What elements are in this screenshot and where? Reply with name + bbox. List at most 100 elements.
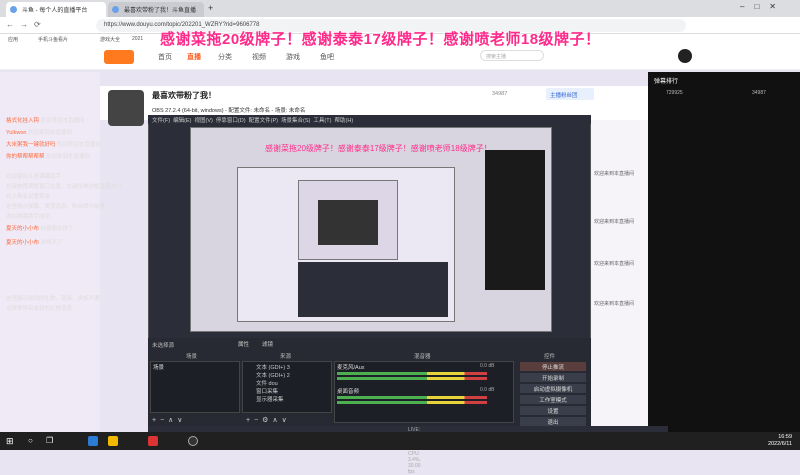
folder-icon[interactable] — [108, 436, 118, 446]
menu-profile[interactable]: 配置文件(P) — [249, 118, 278, 124]
left-sidebar — [0, 72, 100, 432]
settings-button[interactable]: 设置 — [520, 406, 586, 415]
chat-line: 你的帮帮帮帮帮 欢迎来到本直播间 — [6, 154, 91, 160]
start-recording-button[interactable]: 开始录制 — [520, 373, 586, 382]
windows-taskbar — [0, 432, 800, 450]
chat-line: 夏天的小小布 标题都这样了 — [6, 226, 74, 232]
windows-start-icon[interactable]: ⊞ — [6, 436, 16, 446]
menu-tools[interactable]: 工具(T) — [313, 118, 331, 124]
virtual-camera-button[interactable]: 启动虚拟摄像机 — [520, 384, 586, 393]
studio-mode-button[interactable]: 工作室模式 — [520, 395, 586, 404]
chat-line: Yulkwon 欢迎来到本直播间 — [6, 130, 73, 136]
stop-stream-button[interactable]: 停止推流 — [520, 362, 586, 371]
danmaku-chat-panel: 弹幕排行 729925 34987 — [648, 72, 800, 432]
window-controls[interactable]: –□✕ — [740, 2, 786, 11]
app-icon[interactable] — [148, 436, 158, 446]
menu-file[interactable]: 文件(F) — [152, 118, 170, 124]
list-item: 欢迎来到本直播间 — [594, 261, 635, 267]
dock-controls-header: 控件 — [544, 354, 556, 360]
nav-live[interactable]: 直播 — [187, 52, 201, 62]
douyu-logo[interactable] — [104, 50, 134, 64]
menu-edit[interactable]: 编辑(E) — [173, 118, 191, 124]
dock-scenes-header: 场景 — [186, 354, 198, 360]
mixer-desktop-label: 桌面音频 — [337, 389, 360, 395]
nav-fishbar[interactable]: 鱼吧 — [320, 52, 334, 62]
source-item[interactable]: 文本 (GDI+) 3 — [256, 363, 290, 371]
bookmark-apps[interactable]: 应用 — [8, 36, 18, 43]
streamer-avatar[interactable] — [108, 90, 144, 126]
stat-viewers: 729925 — [666, 90, 683, 96]
chat-line: 大米粥我一键就好吗 欢迎来到本直播间 — [6, 142, 102, 148]
stat-fans: 34987 — [752, 90, 766, 96]
list-item: 欢迎来到本直播间 — [594, 171, 635, 177]
nav-arrows-icon[interactable]: ←→⟳ — [6, 20, 47, 29]
obs-taskbar-icon[interactable] — [188, 436, 198, 446]
mixer-mic-meter — [337, 377, 487, 380]
chat-line: 点赞等所有收到的礼物消息 — [6, 306, 73, 312]
obs-menu-bar: 文件(F) 编辑(E) 视图(V) 停靠窗口(D) 配置文件(P) 场景集合(S… — [148, 115, 591, 124]
dock-mixer-header: 混音器 — [414, 354, 431, 360]
list-item: 欢迎来到本直播间 — [594, 219, 635, 225]
mixer-desktop-meter — [337, 396, 487, 399]
browser-tab-douyu[interactable]: 斗鱼 - 每个人的直播平台 — [6, 2, 106, 17]
source-item[interactable]: 文件 dou — [256, 379, 278, 387]
chat-line: 这里展示收到的礼物、道具、贵族开通 — [6, 296, 100, 302]
preview-banner: 感谢菜拖20级牌子！感谢泰泰17级牌子！感谢喷老师18级牌子！ — [265, 144, 492, 153]
menu-view[interactable]: 视图(V) — [195, 118, 213, 124]
room-title: 最喜欢带粉了我！ — [152, 91, 216, 100]
edge-icon[interactable] — [88, 436, 98, 446]
user-avatar[interactable] — [678, 49, 692, 63]
dock-sources-header: 来源 — [280, 354, 292, 360]
exit-button[interactable]: 退出 — [520, 417, 586, 426]
no-source-label: 未选择源 — [152, 343, 175, 349]
bookmark-mobile[interactable]: 手机斗鱼看片 — [38, 36, 68, 43]
bookmark-2021[interactable]: 2021 — [132, 36, 143, 42]
nav-home[interactable]: 首页 — [158, 52, 172, 62]
chat-line: 右上角有设置菜单 — [6, 194, 51, 200]
douyu-favicon-icon — [10, 6, 17, 13]
chat-line: 欢迎使用斗鱼弹幕助手 — [6, 174, 62, 180]
list-item: 欢迎来到本直播间 — [594, 301, 635, 307]
nested-chat — [485, 150, 545, 290]
properties-tab[interactable]: 属性 — [238, 340, 249, 348]
follow-count: 34987 — [492, 91, 508, 97]
douyu-favicon-icon — [112, 6, 119, 13]
nav-video[interactable]: 视频 — [252, 52, 266, 62]
mixer-mic-level: 0.0 dB — [480, 363, 495, 369]
source-add-remove-icon[interactable]: +−⚙∧∨ — [246, 416, 291, 424]
mixer-desktop-level: 0.0 dB — [480, 387, 495, 393]
nav-category[interactable]: 分类 — [218, 52, 232, 62]
filters-tab[interactable]: 滤镜 — [262, 340, 273, 348]
chat-line: 添加弹幕助手成功 — [6, 214, 51, 220]
mixer-desktop-meter — [337, 401, 487, 404]
source-item[interactable]: 显示器采集 — [256, 395, 284, 403]
bookmark-games[interactable]: 游戏大全 — [100, 36, 120, 43]
thanks-banner: 感谢菜拖20级牌子！感谢泰泰17级牌子！感谢喷老师18级牌子！ — [160, 31, 601, 48]
search-input[interactable]: 搜索主播 — [480, 50, 544, 61]
source-item[interactable]: 文本 (GDI+) 2 — [256, 371, 290, 379]
fan-club-button[interactable]: 主播粉丝团 — [546, 88, 594, 100]
right-column — [591, 120, 648, 432]
chat-line: 格式化挂入钩 欢迎来到本直播间 — [6, 118, 85, 124]
nav-games[interactable]: 游戏 — [286, 52, 300, 62]
scene-add-remove-icon[interactable]: +−∧∨ — [152, 416, 186, 424]
search-icon[interactable]: ○ — [28, 436, 38, 446]
menu-scene-collection[interactable]: 场景集合(S) — [281, 118, 310, 124]
mixer-mic-meter — [337, 372, 487, 375]
task-view-icon[interactable]: ❐ — [46, 436, 56, 446]
browser-tab-room[interactable]: 最喜欢带粉了我！斗鱼直播 — [108, 2, 204, 17]
new-tab-icon[interactable]: + — [208, 3, 213, 13]
chat-line: 左键拖拽调整窗口位置，左键拉伸边框改变大小 — [6, 184, 122, 190]
chat-header: 弹幕排行 — [654, 79, 679, 85]
menu-docks[interactable]: 停靠窗口(D) — [216, 118, 246, 124]
menu-help[interactable]: 帮助(H) — [335, 118, 354, 124]
taskbar-clock: 16:59 2022/6/11 — [768, 434, 792, 448]
clock-time: 16:59 — [778, 434, 792, 440]
mixer-mic-label: 麦克风/Aux — [337, 365, 365, 371]
obs-title-bar: OBS 27.2.4 (64-bit, windows) - 配置文件: 未命名… — [148, 104, 591, 115]
chat-line: 夏天的小小布 冲鸭不了 — [6, 240, 63, 246]
scene-item[interactable]: 场景 — [153, 363, 164, 371]
source-item[interactable]: 窗口采集 — [256, 387, 278, 395]
nested-obs — [298, 262, 448, 317]
clock-date: 2022/6/11 — [767, 441, 792, 447]
